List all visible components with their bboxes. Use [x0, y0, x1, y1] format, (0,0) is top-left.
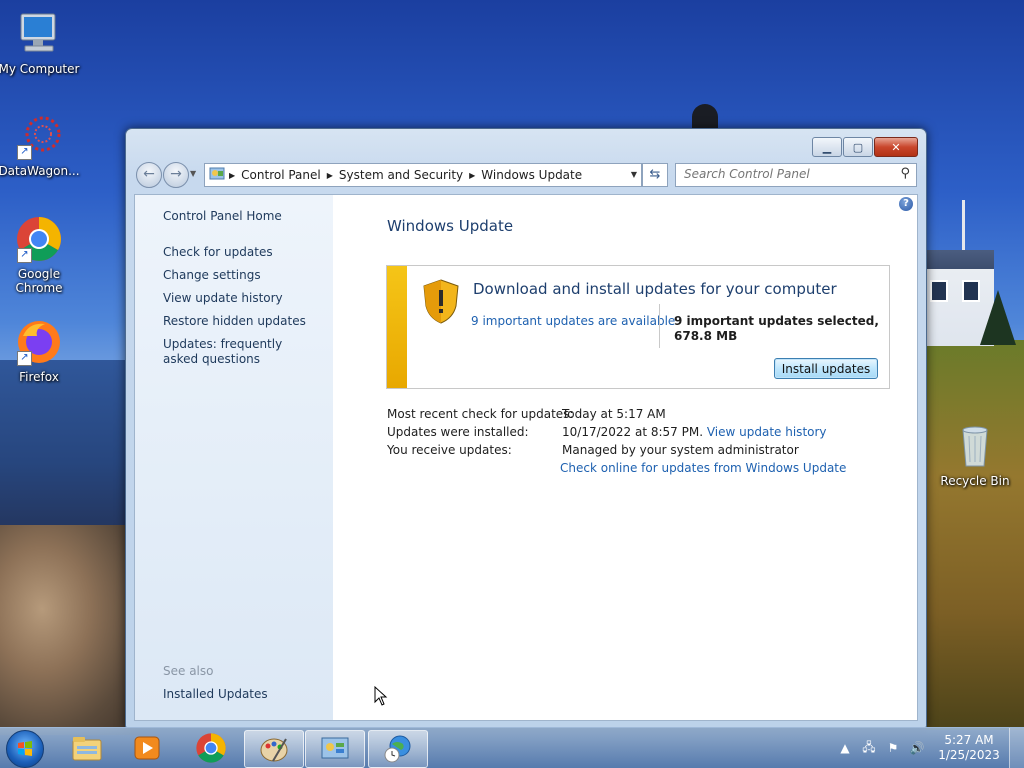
caption-buttons: ▁ ▢ ✕ — [811, 137, 918, 157]
important-updates-available-link[interactable]: 9 important updates are available — [471, 314, 675, 328]
info-value: 10/17/2022 at 8:57 PM. View update histo… — [562, 423, 827, 441]
recycle-bin-icon — [951, 422, 999, 470]
search-input[interactable] — [676, 164, 892, 184]
wallpaper-tree — [980, 290, 1016, 345]
back-button[interactable]: ← — [136, 162, 162, 188]
view-update-history-link[interactable]: View update history — [163, 291, 313, 306]
change-settings-link[interactable]: Change settings — [163, 268, 313, 283]
desktop-icon-datawagon[interactable]: ↗ DataWagon... — [0, 112, 81, 178]
address-dropdown-chevron-down-icon[interactable]: ▼ — [631, 170, 637, 179]
left-task-pane: Control Panel Home Check for updates Cha… — [135, 195, 333, 720]
desktop-icon-label: DataWagon... — [0, 164, 80, 178]
breadcrumb-windows-update[interactable]: Windows Update — [475, 168, 588, 182]
desktop-icon-my-computer[interactable]: My Computer — [0, 10, 81, 76]
clock-date: 1/25/2023 — [938, 748, 1000, 762]
taskbar-chrome[interactable] — [182, 730, 240, 766]
desktop-icon-firefox[interactable]: ↗ Firefox — [0, 318, 81, 384]
computer-icon — [15, 10, 63, 58]
refresh-button[interactable]: ⇆ — [642, 163, 668, 187]
install-updates-button[interactable]: Install updates — [774, 358, 878, 379]
taskbar-explorer[interactable] — [58, 730, 116, 766]
clock-time: 5:27 AM — [944, 733, 994, 747]
info-value: Managed by your system administrator — [562, 443, 799, 457]
panel-heading: Download and install updates for your co… — [473, 280, 837, 298]
updates-selected-text: 9 important updates selected, 678.8 MB — [674, 314, 879, 343]
forward-button[interactable]: → — [163, 162, 189, 188]
control-panel-icon — [321, 737, 349, 759]
mouse-cursor-icon — [374, 686, 388, 706]
desktop-icon-label: My Computer — [0, 62, 80, 76]
restore-hidden-updates-link[interactable]: Restore hidden updates — [163, 314, 313, 329]
status-color-bar — [387, 266, 407, 388]
update-status-panel: Download and install updates for your co… — [386, 265, 890, 389]
internet-time-icon — [384, 735, 411, 763]
help-icon[interactable]: ? — [899, 197, 913, 211]
check-for-updates-link[interactable]: Check for updates — [163, 245, 313, 260]
shortcut-arrow-icon: ↗ — [17, 145, 32, 160]
close-button[interactable]: ✕ — [874, 137, 918, 157]
system-clock[interactable]: 5:27 AM 1/25/2023 — [929, 733, 1009, 763]
chrome-icon — [196, 733, 226, 763]
action-center-flag-icon[interactable]: ⚑ — [884, 741, 902, 755]
info-label: Most recent check for updates: — [387, 407, 574, 421]
wallpaper-rocks — [0, 525, 140, 735]
page-title: Windows Update — [387, 217, 514, 235]
chrome-icon: ↗ — [15, 215, 63, 263]
navigation-bar: ← → ▼ ▶ Control Panel ▶ System and Secur… — [134, 161, 918, 189]
volume-icon[interactable]: 🔊 — [908, 741, 926, 755]
window-content: Control Panel Home Check for updates Cha… — [134, 194, 918, 721]
installed-date: 10/17/2022 at 8:57 PM. — [562, 425, 704, 439]
panel-divider — [659, 304, 660, 348]
search-icon[interactable]: ⚲ — [900, 166, 910, 181]
recent-pages-chevron-down-icon[interactable]: ▼ — [190, 169, 196, 178]
breadcrumb-system-and-security[interactable]: System and Security — [333, 168, 469, 182]
taskbar-control-panel[interactable] — [305, 730, 365, 768]
media-player-icon — [134, 736, 160, 760]
notification-area: ▲ 🖧 ⚑ 🔊 5:27 AM 1/25/2023 — [833, 728, 1024, 768]
control-panel-icon — [205, 166, 229, 185]
shortcut-arrow-icon: ↗ — [17, 351, 32, 366]
firefox-icon: ↗ — [15, 318, 63, 366]
taskbar: ▲ 🖧 ⚑ 🔊 5:27 AM 1/25/2023 — [0, 727, 1024, 768]
desktop-icon-recycle-bin[interactable]: Recycle Bin — [933, 422, 1017, 488]
explorer-icon — [72, 737, 102, 761]
desktop-icon-label: Firefox — [19, 370, 59, 384]
shield-warning-icon — [421, 278, 461, 324]
info-value: Today at 5:17 AM — [562, 407, 666, 421]
datawagon-icon: ↗ — [15, 112, 63, 160]
taskbar-paint[interactable] — [244, 730, 304, 768]
view-update-history-inline-link[interactable]: View update history — [707, 425, 827, 439]
desktop-icon-label: Recycle Bin — [940, 474, 1010, 488]
check-online-link[interactable]: Check online for updates from Windows Up… — [560, 459, 846, 477]
address-bar[interactable]: ▶ Control Panel ▶ System and Security ▶ … — [204, 163, 642, 187]
desktop-icon-label: Google Chrome — [15, 267, 63, 295]
show-hidden-icons-chevron-up-icon[interactable]: ▲ — [836, 741, 854, 755]
updates-faq-link[interactable]: Updates: frequently asked questions — [163, 337, 313, 367]
info-label: Updates were installed: — [387, 425, 529, 439]
taskbar-internet-time[interactable] — [368, 730, 428, 768]
taskbar-media-player[interactable] — [118, 730, 176, 766]
see-also-header: See also — [163, 664, 214, 678]
control-panel-home-link[interactable]: Control Panel Home — [163, 209, 313, 224]
windows-logo-icon — [18, 741, 32, 756]
show-desktop-button[interactable] — [1009, 728, 1024, 768]
wallpaper-grass — [925, 340, 1024, 730]
desktop-icon-chrome[interactable]: ↗ Google Chrome — [0, 215, 81, 295]
shortcut-arrow-icon: ↗ — [17, 248, 32, 263]
search-box[interactable]: ⚲ — [675, 163, 917, 187]
maximize-button[interactable]: ▢ — [843, 137, 873, 157]
windows-update-window: ▁ ▢ ✕ ← → ▼ ▶ Control Panel ▶ System and… — [125, 128, 927, 728]
installed-updates-link[interactable]: Installed Updates — [163, 687, 313, 702]
paint-icon — [260, 738, 288, 762]
minimize-button[interactable]: ▁ — [812, 137, 842, 157]
wallpaper-lighthouse — [692, 104, 718, 130]
network-icon[interactable]: 🖧 — [860, 738, 878, 759]
info-label: You receive updates: — [387, 443, 512, 457]
breadcrumb-control-panel[interactable]: Control Panel — [235, 168, 327, 182]
start-button[interactable] — [6, 730, 44, 768]
